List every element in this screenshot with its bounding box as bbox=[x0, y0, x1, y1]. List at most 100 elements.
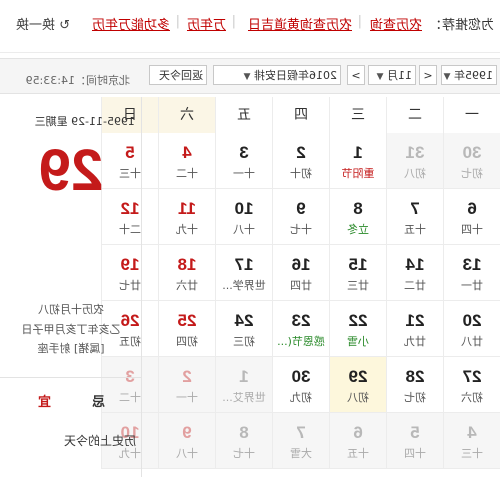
day-number: 2 bbox=[182, 367, 192, 386]
lunar-day: 廿二 bbox=[404, 279, 426, 292]
calendar-day[interactable]: 7 十五 bbox=[386, 189, 443, 245]
lunar-day: 十四 bbox=[461, 223, 483, 236]
calendar-day[interactable]: 5 十四 bbox=[386, 413, 443, 469]
avoid-label: 忌 bbox=[91, 395, 105, 410]
weekday-header: 五 bbox=[215, 97, 272, 133]
calendar-day[interactable]: 1 重阳节 bbox=[329, 133, 386, 189]
refresh-icon: ↻ bbox=[59, 18, 70, 33]
calendar-day[interactable]: 6 十四 bbox=[443, 189, 500, 245]
day-number: 16 bbox=[291, 255, 311, 274]
calendar-day[interactable]: 16 廿四 bbox=[272, 245, 329, 301]
lunar-day: 十九 bbox=[176, 223, 198, 236]
lunar-day: 廿八 bbox=[461, 335, 483, 348]
calendar-day[interactable]: 21 廿九 bbox=[386, 301, 443, 357]
year-select[interactable]: 1995年 ▼ bbox=[441, 65, 497, 85]
calendar-day[interactable]: 22 小雪 bbox=[329, 301, 386, 357]
link-lunar-auspicious[interactable]: 农历查询黄道吉日 bbox=[248, 14, 352, 33]
day-number: 9 bbox=[182, 423, 192, 442]
calendar-day[interactable]: 24 初三 bbox=[215, 301, 272, 357]
holiday-select-value: 2016年假日安排 bbox=[254, 69, 337, 82]
lunar-day: 大雪 bbox=[290, 447, 312, 460]
calendar-day[interactable]: 7 大雪 bbox=[272, 413, 329, 469]
lunar-day: 初十 bbox=[290, 167, 312, 180]
day-number: 4 bbox=[182, 143, 192, 162]
lunar-day: 小雪 bbox=[347, 335, 369, 348]
lunar-day: 十八 bbox=[176, 447, 198, 460]
day-number: 4 bbox=[467, 423, 477, 442]
calendar-day[interactable]: 30 初九 bbox=[272, 357, 329, 413]
lunar-day: 十五 bbox=[347, 447, 369, 460]
lunar-day: 初七 bbox=[461, 167, 483, 180]
calendar-day[interactable]: 2 十一 bbox=[158, 357, 215, 413]
link-multi-calendar[interactable]: 多功能万年历 bbox=[92, 14, 170, 33]
calendar-day[interactable]: 13 廿一 bbox=[443, 245, 500, 301]
divider bbox=[0, 377, 141, 378]
day-number: 14 bbox=[405, 255, 425, 274]
calendar-day[interactable]: 9 十八 bbox=[158, 413, 215, 469]
calendar-day-selected[interactable]: 29 初八 bbox=[329, 357, 386, 413]
lunar-day: 初六 bbox=[461, 391, 483, 404]
day-number: 15 bbox=[348, 255, 368, 274]
holiday-select[interactable]: 2016年假日安排 ▼ bbox=[213, 65, 341, 85]
calendar-day[interactable]: 20 廿八 bbox=[443, 301, 500, 357]
calendar-day[interactable]: 4 十二 bbox=[158, 133, 215, 189]
calendar-day[interactable]: 14 廿二 bbox=[386, 245, 443, 301]
back-today-button[interactable]: 返回今天 bbox=[149, 65, 207, 85]
refresh-button[interactable]: ↻ 换一换 bbox=[16, 14, 70, 33]
calendar-day[interactable]: 31 初八 bbox=[386, 133, 443, 189]
day-number: 6 bbox=[353, 423, 363, 442]
calendar-day[interactable]: 30 初七 bbox=[443, 133, 500, 189]
lunar-day: 十七 bbox=[233, 447, 255, 460]
selected-day-number: 29 bbox=[38, 138, 104, 203]
calendar-day[interactable]: 8 十七 bbox=[215, 413, 272, 469]
day-number: 24 bbox=[234, 311, 254, 330]
lunar-day: 廿六 bbox=[176, 279, 198, 292]
day-number: 3 bbox=[239, 143, 249, 162]
calendar-day[interactable]: 28 初七 bbox=[386, 357, 443, 413]
calendar-day[interactable]: 8 立冬 bbox=[329, 189, 386, 245]
lunar-day: 初三 bbox=[233, 335, 255, 348]
day-number: 1 bbox=[239, 367, 249, 386]
day-number: 10 bbox=[234, 199, 254, 218]
calendar-day[interactable]: 18 廿六 bbox=[158, 245, 215, 301]
prev-month-button[interactable]: < bbox=[419, 65, 437, 85]
day-number: 27 bbox=[462, 367, 482, 386]
calendar-day[interactable]: 1 世界艾... bbox=[215, 357, 272, 413]
calendar-day[interactable]: 10 十八 bbox=[215, 189, 272, 245]
day-number: 17 bbox=[234, 255, 254, 274]
calendar-day[interactable]: 15 廿三 bbox=[329, 245, 386, 301]
lunar-day: 初四 bbox=[176, 335, 198, 348]
lunar-day: 廿四 bbox=[290, 279, 312, 292]
chevron-down-icon: ▼ bbox=[243, 72, 251, 82]
lunar-day: 初八 bbox=[347, 391, 369, 404]
link-perpetual-calendar[interactable]: 万年历 bbox=[187, 14, 226, 33]
lunar-day: 感恩节(... bbox=[277, 335, 325, 348]
day-number: 31 bbox=[405, 143, 425, 162]
link-lunar-query[interactable]: 农历查询 bbox=[370, 14, 422, 33]
day-number: 20 bbox=[462, 311, 482, 330]
history-today-link[interactable]: 历史上的今天 bbox=[64, 432, 136, 449]
month-select[interactable]: 11月 ▼ bbox=[368, 65, 416, 85]
day-number: 8 bbox=[239, 423, 249, 442]
calendar-day[interactable]: 9 十七 bbox=[272, 189, 329, 245]
calendar-day[interactable]: 17 世界学... bbox=[215, 245, 272, 301]
next-month-button[interactable]: > bbox=[347, 65, 365, 85]
calendar-day[interactable]: 23 感恩节(... bbox=[272, 301, 329, 357]
month-select-value: 11月 bbox=[387, 69, 412, 82]
zodiac-sign: [属猪] 射手座 bbox=[37, 342, 105, 355]
lunar-day: 初九 bbox=[290, 391, 312, 404]
lunar-day: 十一 bbox=[176, 391, 198, 404]
calendar-day[interactable]: 11 十九 bbox=[158, 189, 215, 245]
calendar-day[interactable]: 25 初四 bbox=[158, 301, 215, 357]
day-number: 28 bbox=[405, 367, 425, 386]
lunar-day: 重阳节 bbox=[341, 167, 375, 180]
calendar-day[interactable]: 3 十一 bbox=[215, 133, 272, 189]
calendar-day[interactable]: 27 初六 bbox=[443, 357, 500, 413]
calendar-day[interactable]: 2 初十 bbox=[272, 133, 329, 189]
weekday-header: 六 bbox=[158, 97, 215, 133]
day-number: 8 bbox=[353, 199, 363, 218]
lunar-day: 初七 bbox=[404, 391, 426, 404]
lunar-day: 初八 bbox=[404, 167, 426, 180]
calendar-day[interactable]: 6 十五 bbox=[329, 413, 386, 469]
calendar-day[interactable]: 4 十三 bbox=[443, 413, 500, 469]
